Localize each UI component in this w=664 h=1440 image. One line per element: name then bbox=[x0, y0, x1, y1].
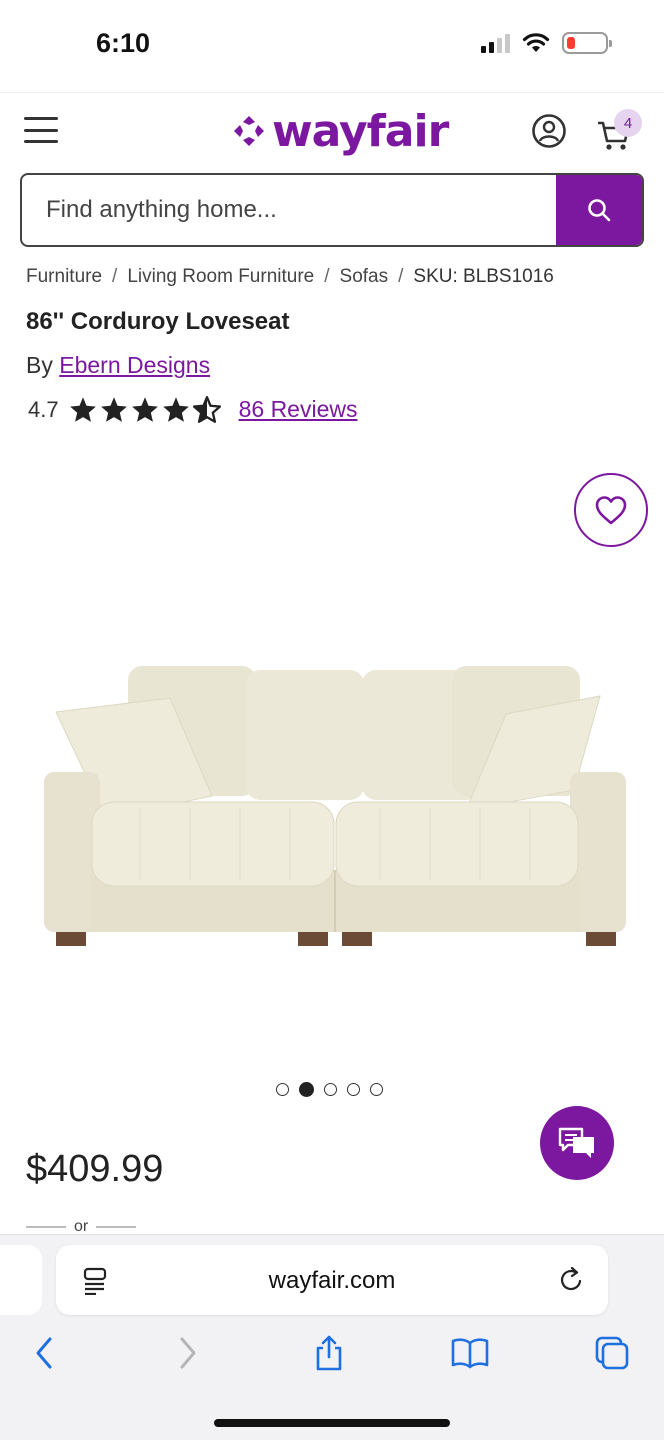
image-carousel-dots bbox=[276, 1082, 383, 1097]
status-bar: 6:10 bbox=[0, 0, 664, 92]
search-icon bbox=[588, 199, 611, 222]
breadcrumb-furniture[interactable]: Furniture bbox=[26, 266, 102, 288]
brand-line: By Ebern Designs bbox=[26, 352, 210, 379]
site-header: wayfair 4 bbox=[0, 92, 664, 170]
chevron-right-icon bbox=[180, 1337, 196, 1369]
logo-mark-icon bbox=[234, 116, 264, 146]
account-button[interactable] bbox=[531, 113, 567, 149]
heart-icon bbox=[595, 496, 627, 525]
logo-text: wayfair bbox=[272, 105, 449, 157]
status-icons bbox=[481, 32, 612, 54]
rating-stars bbox=[69, 396, 221, 423]
share-icon bbox=[316, 1335, 342, 1371]
cart-button[interactable]: 4 bbox=[596, 109, 646, 153]
carousel-dot[interactable] bbox=[276, 1083, 289, 1096]
chevron-left-icon bbox=[36, 1337, 52, 1369]
star-icon bbox=[100, 397, 127, 422]
favorite-button[interactable] bbox=[574, 473, 648, 547]
breadcrumb-living-room-furniture[interactable]: Living Room Furniture bbox=[127, 266, 314, 288]
home-indicator bbox=[214, 1419, 450, 1427]
reload-icon[interactable] bbox=[558, 1265, 586, 1295]
bookmarks-button[interactable] bbox=[448, 1331, 492, 1375]
product-sku: SKU: BLBS1016 bbox=[413, 266, 554, 287]
tabs-button[interactable] bbox=[590, 1331, 634, 1375]
chat-button[interactable] bbox=[540, 1106, 614, 1180]
breadcrumb-sofas[interactable]: Sofas bbox=[340, 266, 389, 288]
product-price: $409.99 bbox=[26, 1148, 164, 1190]
signal-icon bbox=[481, 33, 510, 53]
browser-toolbar: wayfair.com bbox=[0, 1234, 664, 1440]
half-star-icon bbox=[192, 396, 221, 423]
rating-row: 4.7 86 Reviews bbox=[28, 396, 357, 423]
carousel-dot[interactable] bbox=[324, 1083, 337, 1096]
cart-count-badge: 4 bbox=[614, 109, 642, 137]
back-button[interactable] bbox=[22, 1331, 66, 1375]
previous-tab-preview[interactable] bbox=[0, 1245, 42, 1315]
user-circle-icon bbox=[532, 114, 566, 148]
wayfair-logo[interactable]: wayfair bbox=[232, 103, 449, 159]
star-icon bbox=[69, 397, 96, 422]
product-title: 86'' Corduroy Loveseat bbox=[26, 308, 290, 335]
carousel-dot[interactable] bbox=[347, 1083, 360, 1096]
by-label: By bbox=[26, 352, 53, 378]
breadcrumb-separator: / bbox=[398, 266, 404, 287]
search-button[interactable] bbox=[556, 175, 642, 245]
breadcrumb-separator: / bbox=[112, 266, 118, 287]
breadcrumb-separator: / bbox=[324, 266, 330, 287]
breadcrumb: Furniture / Living Room Furniture / Sofa… bbox=[26, 266, 554, 288]
browser-nav-toolbar bbox=[0, 1331, 664, 1381]
search-input[interactable] bbox=[22, 175, 556, 245]
reviews-link[interactable]: 86 Reviews bbox=[239, 396, 358, 423]
product-image[interactable] bbox=[40, 640, 630, 960]
menu-button[interactable] bbox=[24, 117, 58, 143]
book-icon bbox=[451, 1338, 489, 1369]
forward-button[interactable] bbox=[166, 1331, 210, 1375]
brand-link[interactable]: Ebern Designs bbox=[59, 352, 210, 378]
share-button[interactable] bbox=[307, 1331, 351, 1375]
star-icon bbox=[162, 397, 189, 422]
wifi-icon bbox=[522, 33, 550, 52]
hamburger-icon bbox=[24, 117, 58, 120]
chat-bubbles-icon bbox=[558, 1127, 594, 1158]
address-bar[interactable]: wayfair.com bbox=[56, 1245, 608, 1315]
carousel-dot[interactable] bbox=[370, 1083, 383, 1096]
url-text: wayfair.com bbox=[268, 1267, 396, 1294]
rating-value: 4.7 bbox=[28, 396, 59, 422]
carousel-dot-active[interactable] bbox=[299, 1082, 314, 1097]
star-icon bbox=[131, 397, 158, 422]
search-bar bbox=[20, 173, 644, 247]
tabs-icon bbox=[595, 1336, 629, 1370]
status-time: 6:10 bbox=[96, 28, 151, 58]
battery-icon bbox=[562, 32, 612, 54]
